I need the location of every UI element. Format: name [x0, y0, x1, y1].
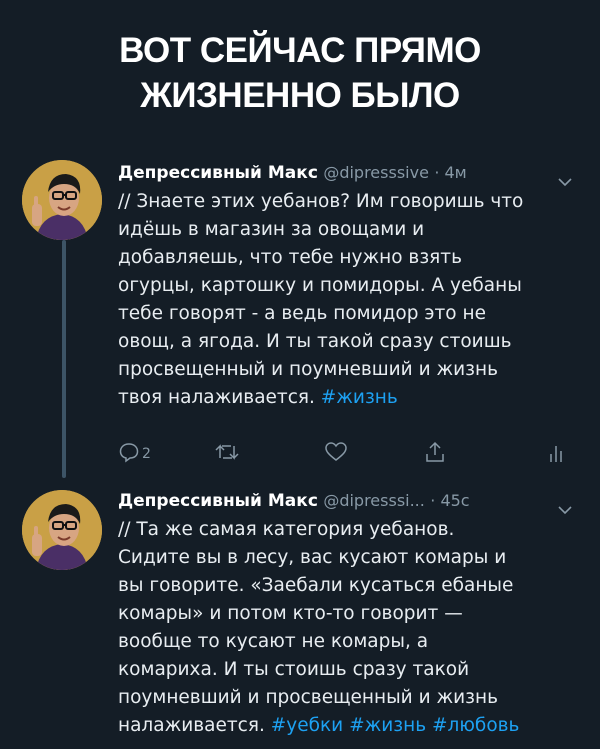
tweet-text-line: добавляешь, что тебе нужно взять	[118, 247, 462, 268]
tweet-text-line: поумневший и просвещенный и жизнь	[118, 687, 499, 708]
retweet-icon	[214, 441, 240, 467]
tweet-text-fragment: налаживается.	[118, 715, 265, 736]
author-name[interactable]: Депрессивный Макс	[118, 163, 318, 183]
analytics-button[interactable]	[548, 438, 564, 470]
chevron-down-icon[interactable]	[558, 167, 572, 197]
tweet-text-line: Сидите вы в лесу, вас кусают комары и	[118, 547, 507, 568]
author-handle[interactable]: @dipresssive	[323, 163, 429, 182]
hashtag-link[interactable]: #жизнь	[349, 715, 426, 736]
tweet-time[interactable]: · 45с	[430, 491, 469, 510]
avatar[interactable]	[22, 490, 102, 570]
tweet-text-line: идёшь в магазин за овощами и	[118, 219, 425, 240]
avatar-illustration	[22, 160, 102, 240]
share-icon	[424, 440, 446, 468]
reply-count: 2	[142, 446, 151, 462]
tweet-text-line: // Та же самая категория уебанов.	[118, 519, 455, 540]
tweet-text-line: овощ, а ягода. И ты такой сразу стоишь	[118, 331, 512, 352]
author-name[interactable]: Депрессивный Макс	[118, 491, 318, 511]
tweet-text-line: вообще то кусают не комары, а	[118, 631, 429, 652]
avatar[interactable]	[22, 160, 102, 240]
hashtag-link[interactable]: #уебки	[271, 715, 343, 736]
hashtag-link[interactable]: #жизнь	[321, 387, 398, 408]
tweet-header: Депрессивный Макс @dipresssi... · 45с	[118, 486, 580, 516]
analytics-icon	[548, 441, 564, 467]
share-button[interactable]	[424, 438, 446, 470]
retweet-button[interactable]	[214, 438, 240, 470]
tweet-text-line: тебе говорят - а ведь помидор это не	[118, 303, 486, 324]
hashtag-link[interactable]: #любовь	[432, 715, 519, 736]
heart-icon	[324, 441, 348, 467]
headline-line-1: ВОТ СЕЙЧАС ПРЯМО	[119, 31, 481, 70]
tweet-text-fragment: твоя налаживается.	[118, 387, 315, 408]
tweet-text: // Знаете этих уебанов? Им говоришь что …	[118, 188, 580, 412]
tweet-text-line: // Знаете этих уебанов? Им говоришь что	[118, 191, 524, 212]
reply-button[interactable]: 2	[118, 438, 151, 470]
tweet-text-line: огурцы, картошку и помидоры. А уебаны	[118, 275, 522, 296]
tweet-header: Депрессивный Макс @dipresssive · 4м	[118, 158, 580, 188]
headline-line-2: ЖИЗНЕННО БЫЛО	[140, 76, 460, 115]
tweet-text-line: налаживается. #уебки #жизнь #любовь	[118, 712, 580, 740]
tweet-text-line: твоя налаживается. #жизнь	[118, 384, 580, 412]
tweet-text-line: вы говорите. «Заебали кусаться ебаные	[118, 575, 514, 596]
tweet-text: // Та же самая категория уебанов. Сидите…	[118, 516, 580, 740]
tweet-text-line: просвещенный и поумневший и жизнь	[118, 359, 499, 380]
tweet-time[interactable]: · 4м	[434, 163, 466, 182]
author-handle[interactable]: @dipresssi...	[323, 491, 425, 510]
reply-icon	[118, 441, 140, 467]
thread-connector-line	[62, 240, 66, 478]
meme-headline: ВОТ СЕЙЧАС ПРЯМО ЖИЗНЕННО БЫЛО	[0, 28, 600, 118]
avatar-illustration	[22, 490, 102, 570]
like-button[interactable]	[324, 438, 348, 470]
chevron-down-icon[interactable]	[558, 495, 572, 525]
tweet-text-line: комариха. И ты стоишь сразу такой	[118, 659, 470, 680]
tweet-text-line: комары» и потом кто-то говорит —	[118, 603, 463, 624]
tweet-actions: 2	[118, 438, 568, 470]
